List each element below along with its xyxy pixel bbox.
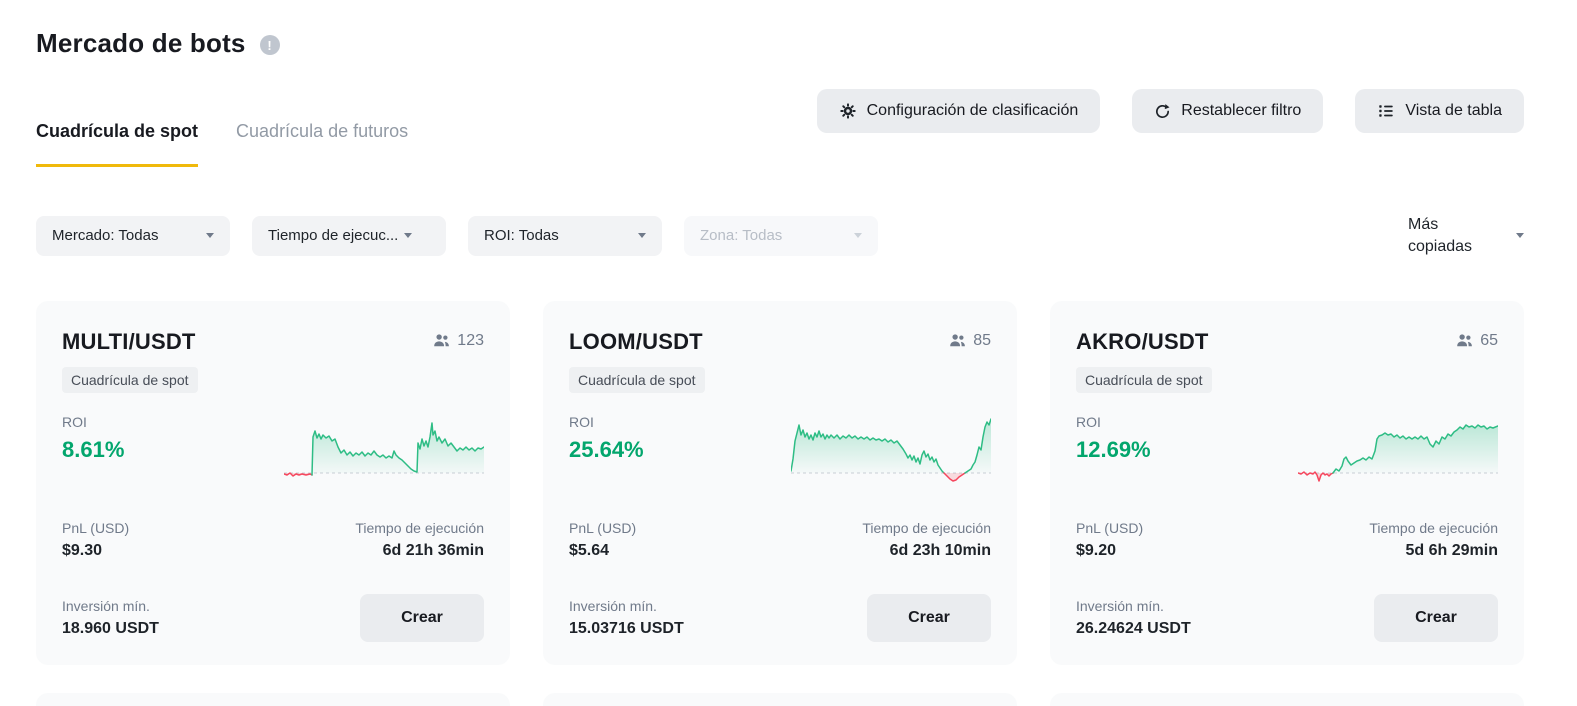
reset-filter-button[interactable]: Restablecer filtro xyxy=(1132,89,1324,133)
roi-value: 8.61% xyxy=(62,437,125,463)
tab-futures-grid[interactable]: Cuadrícula de futuros xyxy=(236,121,408,167)
pnl-label: PnL (USD) xyxy=(569,520,637,537)
pnl-label: PnL (USD) xyxy=(62,520,130,537)
tabs-toolbar-row: Cuadrícula de spot Cuadrícula de futuros xyxy=(36,89,1524,167)
page-header: Mercado de bots ! xyxy=(36,28,1524,59)
copiers-value: 123 xyxy=(457,331,484,349)
runtime-label: Tiempo de ejecución xyxy=(862,520,991,537)
bot-card-partial xyxy=(543,693,1017,706)
filters-row: Mercado: Todas Tiempo de ejecuc... ROI: … xyxy=(36,214,1524,257)
toolbar: Configuración de clasificación Restablec… xyxy=(816,89,1524,133)
sort-order-label: Más copiadas xyxy=(1408,216,1473,255)
bot-marketplace-page: Mercado de bots ! Cuadrícula de spot Cua… xyxy=(0,0,1577,706)
pair-name: LOOM/USDT xyxy=(569,329,703,355)
bot-card-multi-usdt[interactable]: MULTI/USDT 123 Cuadrícula de spot ROI 8.… xyxy=(36,301,510,666)
roi-label: ROI xyxy=(62,414,87,431)
next-row-partial xyxy=(36,693,1524,706)
tab-spot-grid[interactable]: Cuadrícula de spot xyxy=(36,121,199,167)
reset-filter-label: Restablecer filtro xyxy=(1181,102,1302,119)
create-button[interactable]: Crear xyxy=(867,594,991,643)
bot-cards-grid: MULTI/USDT 123 Cuadrícula de spot ROI 8.… xyxy=(36,301,1524,666)
bot-card-partial xyxy=(1050,693,1524,706)
create-button[interactable]: Crear xyxy=(360,594,484,643)
filter-runtime-label: Tiempo de ejecuc... xyxy=(268,227,399,245)
filter-zone-label: Zona: Todas xyxy=(700,227,783,245)
grid-type-tag: Cuadrícula de spot xyxy=(1076,367,1212,394)
sort-config-label: Configuración de clasificación xyxy=(866,102,1079,119)
min-investment-label: Inversión mín. xyxy=(569,597,657,614)
reset-icon xyxy=(1156,103,1170,118)
roi-sparkline xyxy=(284,422,484,477)
users-icon xyxy=(950,334,966,347)
chevron-down-icon xyxy=(854,233,862,239)
chevron-down-icon xyxy=(638,233,646,239)
copiers-value: 65 xyxy=(1480,331,1498,349)
filter-market[interactable]: Mercado: Todas xyxy=(36,215,230,256)
min-investment-label: Inversión mín. xyxy=(1076,597,1164,614)
copiers-count: 85 xyxy=(948,331,991,350)
pair-name: MULTI/USDT xyxy=(62,329,196,355)
min-investment-value: 18.960 USDT xyxy=(62,619,159,637)
table-view-icon xyxy=(1379,105,1394,117)
sort-order-dropdown[interactable]: Más copiadas xyxy=(1408,214,1524,257)
bot-card-partial xyxy=(36,693,510,706)
bot-card-loom-usdt[interactable]: LOOM/USDT 85 Cuadrícula de spot ROI 25.6… xyxy=(543,301,1017,666)
pnl-value: $5.64 xyxy=(569,542,610,560)
filter-market-label: Mercado: Todas xyxy=(52,227,159,245)
min-investment-value: 15.03716 USDT xyxy=(569,619,684,637)
runtime-label: Tiempo de ejecución xyxy=(1369,520,1498,537)
info-icon[interactable]: ! xyxy=(259,35,280,55)
pair-name: AKRO/USDT xyxy=(1076,329,1209,355)
filter-roi[interactable]: ROI: Todas xyxy=(468,215,662,256)
tabs: Cuadrícula de spot Cuadrícula de futuros xyxy=(36,89,408,167)
filter-zone[interactable]: Zona: Todas xyxy=(684,215,878,256)
chevron-down-icon xyxy=(404,233,413,239)
runtime-value: 6d 21h 36min xyxy=(382,542,484,560)
roi-label: ROI xyxy=(1076,414,1101,431)
gear-icon xyxy=(839,103,856,119)
page-title: Mercado de bots xyxy=(36,28,246,58)
pnl-value: $9.20 xyxy=(1076,542,1117,560)
create-button[interactable]: Crear xyxy=(1374,594,1498,643)
roi-sparkline xyxy=(791,418,991,482)
pnl-label: PnL (USD) xyxy=(1076,520,1144,537)
runtime-value: 5d 6h 29min xyxy=(1405,542,1498,560)
copiers-value: 85 xyxy=(973,331,991,349)
roi-sparkline xyxy=(1298,424,1498,482)
chevron-down-icon xyxy=(206,233,214,239)
runtime-value: 6d 23h 10min xyxy=(889,542,991,560)
users-icon xyxy=(1457,334,1473,347)
copiers-count: 123 xyxy=(432,331,484,350)
runtime-label: Tiempo de ejecución xyxy=(355,520,484,537)
filter-runtime[interactable]: Tiempo de ejecuc... xyxy=(252,215,446,256)
bot-card-akro-usdt[interactable]: AKRO/USDT 65 Cuadrícula de spot ROI 12.6… xyxy=(1050,301,1524,666)
copiers-count: 65 xyxy=(1455,331,1498,350)
pnl-value: $9.30 xyxy=(62,542,103,560)
grid-type-tag: Cuadrícula de spot xyxy=(569,367,705,394)
min-investment-label: Inversión mín. xyxy=(62,597,150,614)
roi-label: ROI xyxy=(569,414,594,431)
grid-type-tag: Cuadrícula de spot xyxy=(62,367,198,394)
filter-roi-label: ROI: Todas xyxy=(484,227,559,245)
table-view-button[interactable]: Vista de tabla xyxy=(1355,89,1524,133)
chevron-down-icon xyxy=(1516,233,1524,239)
roi-value: 25.64% xyxy=(569,437,644,463)
users-icon xyxy=(434,334,450,347)
roi-value: 12.69% xyxy=(1076,437,1151,463)
table-view-label: Vista de tabla xyxy=(1405,102,1502,119)
min-investment-value: 26.24624 USDT xyxy=(1076,619,1191,637)
sort-config-button[interactable]: Configuración de clasificación xyxy=(816,89,1101,133)
